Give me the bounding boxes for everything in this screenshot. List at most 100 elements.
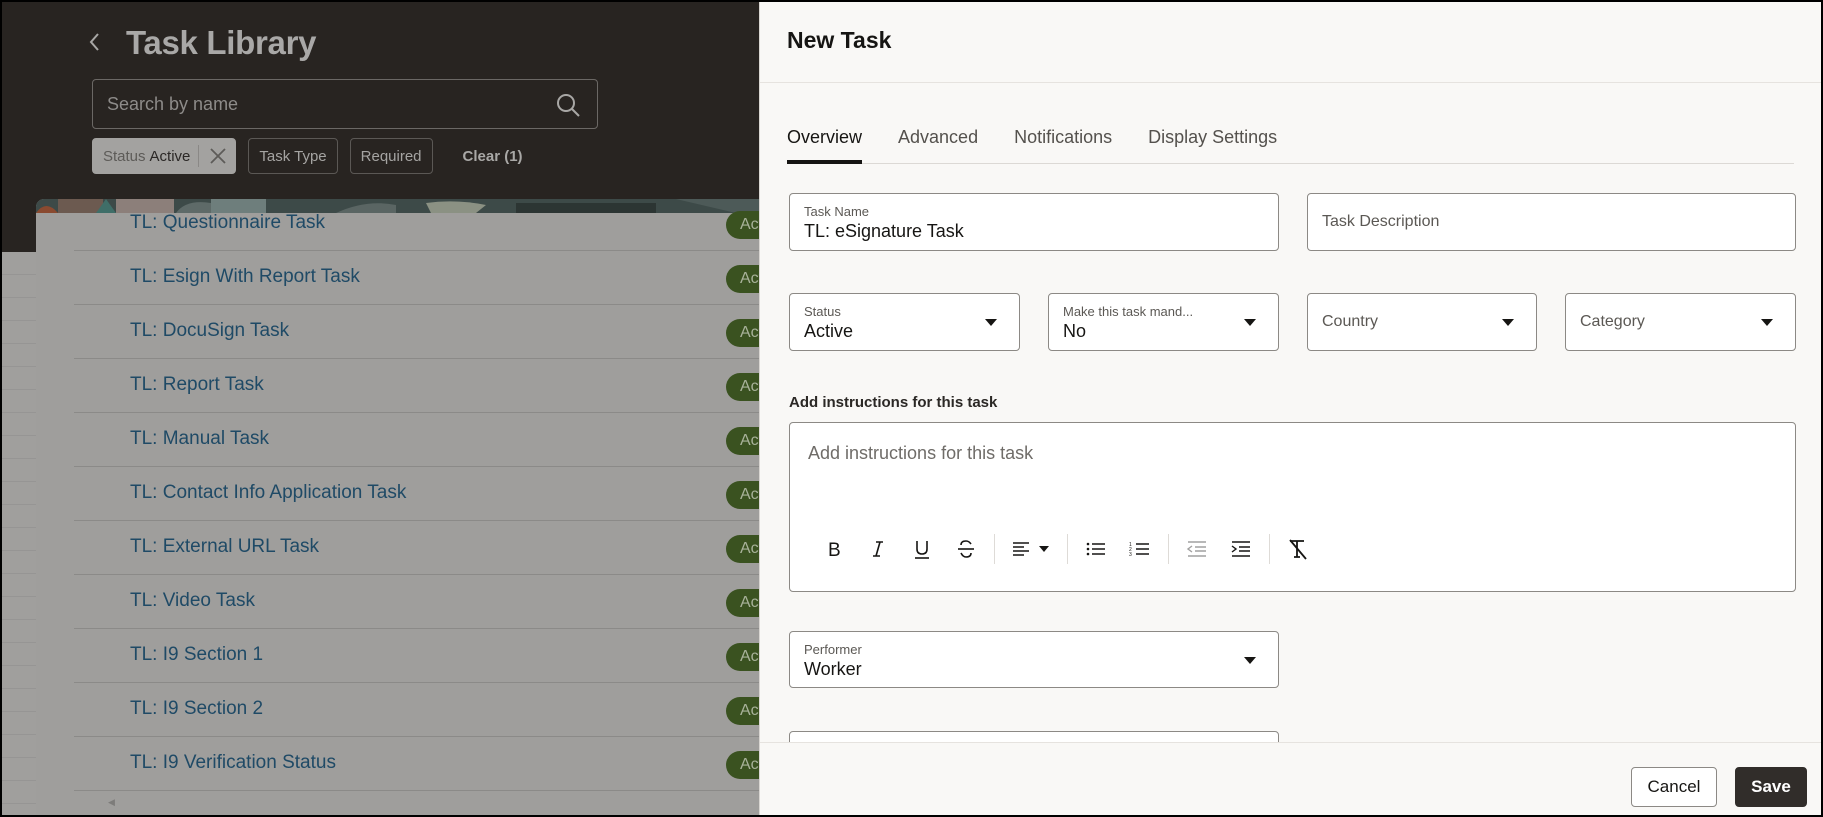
field-label: Task Name (804, 204, 870, 219)
field-label: Performer (804, 642, 862, 657)
field-label: Status (804, 304, 841, 319)
task-name-link[interactable]: TL: Questionnaire Task (130, 199, 325, 249)
field-label: Make this task mand... (1063, 304, 1194, 319)
background-pattern (2, 252, 36, 815)
bold-button[interactable]: B (812, 531, 856, 567)
tab-display-settings[interactable]: Display Settings (1148, 116, 1277, 163)
task-name-link[interactable]: TL: Video Task (130, 575, 255, 627)
task-row[interactable]: TL: Questionnaire TaskActive (74, 211, 762, 251)
numbered-list-icon: 123 (1129, 542, 1149, 558)
field-value: Active (804, 321, 854, 341)
instructions-editor[interactable]: Add instructions for this task B 1 2 3 (789, 422, 1796, 592)
task-row[interactable]: TL: I9 Section 2 Active (74, 683, 762, 737)
status-select[interactable]: Status Active (789, 293, 1020, 351)
underline-button[interactable] (900, 531, 944, 567)
filter-chips: Status Active Task Type Required Clear (… (92, 138, 523, 174)
filter-chip-task-type[interactable]: Task Type (248, 138, 338, 174)
back-button[interactable] (88, 30, 110, 60)
status-badge: Active (726, 535, 762, 563)
task-row[interactable]: TL: Report Task Active (74, 359, 762, 413)
search-field[interactable] (92, 79, 598, 129)
task-name-link[interactable]: TL: Esign With Report Task (130, 251, 360, 303)
task-row[interactable]: TL: Esign With Report Task Active (74, 251, 762, 305)
status-badge: Active (726, 697, 762, 725)
task-row[interactable]: TL: Contact Info Application Task Active (74, 467, 762, 521)
filter-chip-required[interactable]: Required (349, 138, 433, 174)
align-left-icon (1013, 542, 1029, 556)
task-name-link[interactable]: TL: Report Task (130, 359, 264, 411)
tab-bar: Overview Advanced Notifications Display … (787, 116, 1794, 164)
strikethrough-icon (958, 540, 974, 558)
align-dropdown-button[interactable] (1001, 531, 1061, 567)
status-badge: Active (726, 319, 762, 347)
numbered-list-button[interactable]: 123 (1118, 531, 1162, 567)
performer-select[interactable]: Performer Worker (789, 631, 1279, 688)
tab-overview[interactable]: Overview (787, 116, 863, 164)
remove-filter-button[interactable] (207, 145, 229, 167)
search-icon[interactable] (555, 92, 581, 118)
status-badge: Active (726, 481, 762, 509)
task-row[interactable]: TL: I9 Verification Status Active (74, 737, 762, 791)
editor-placeholder[interactable]: Add instructions for this task (808, 443, 1033, 464)
task-row[interactable]: TL: Video Task Active (74, 575, 762, 629)
indent-button[interactable] (1219, 531, 1263, 567)
chip-value: Active (149, 147, 191, 165)
drawer-header: New Task (760, 2, 1821, 83)
drawer-title: New Task (787, 27, 892, 53)
clear-filters-link[interactable]: Clear (1) (463, 148, 523, 165)
status-badge: Active (726, 265, 762, 293)
editor-toolbar: B 1 2 3 (812, 531, 1320, 567)
save-button[interactable]: Save (1735, 767, 1807, 807)
chip-divider (198, 145, 200, 167)
mandatory-select[interactable]: Make this task mand... No (1048, 293, 1279, 351)
scroll-left-arrow[interactable]: ◀ (108, 797, 116, 807)
dropdown-caret-icon (1502, 319, 1514, 326)
dropdown-caret-icon (1761, 319, 1773, 326)
task-name-link[interactable]: TL: Manual Task (130, 413, 269, 465)
status-badge: Active (726, 211, 762, 239)
task-name-link[interactable]: TL: I9 Section 2 (130, 683, 263, 735)
toolbar-divider (994, 534, 995, 564)
task-row[interactable]: TL: DocuSign Task Active (74, 305, 762, 359)
new-task-drawer: New Task Overview Advanced Notifications… (759, 2, 1821, 815)
clear-formatting-icon (1289, 539, 1307, 560)
italic-button[interactable] (856, 531, 900, 567)
task-row[interactable]: TL: External URL Task Active (74, 521, 762, 575)
task-name-link[interactable]: TL: I9 Section 1 (130, 629, 263, 681)
country-select[interactable]: Country (1307, 293, 1537, 351)
dropdown-caret-icon (985, 319, 997, 326)
cancel-button[interactable]: Cancel (1631, 767, 1717, 807)
tab-notifications[interactable]: Notifications (1014, 116, 1112, 163)
clear-formatting-button[interactable] (1276, 531, 1320, 567)
dropdown-caret-icon (1244, 319, 1256, 326)
status-badge: Active (726, 373, 762, 401)
task-name-field[interactable]: Task Name TL: eSignature Task (789, 193, 1279, 251)
bullet-list-button[interactable] (1074, 531, 1118, 567)
task-name-link[interactable]: TL: DocuSign Task (130, 305, 289, 357)
underline-icon (915, 541, 929, 559)
task-row[interactable]: TL: I9 Section 1 Active (74, 629, 762, 683)
task-name-link[interactable]: TL: External URL Task (130, 521, 319, 573)
italic-icon (873, 541, 883, 557)
task-row[interactable]: TL: Manual Task Active (74, 413, 762, 467)
field-placeholder: Country (1322, 313, 1379, 330)
field-value[interactable]: TL: eSignature Task (804, 221, 964, 242)
task-description-field[interactable]: Task Description (1307, 193, 1796, 251)
task-name-link[interactable]: TL: Contact Info Application Task (130, 467, 406, 519)
chevron-left-icon (89, 33, 99, 51)
instructions-label: Add instructions for this task (789, 394, 998, 411)
strikethrough-button[interactable] (944, 531, 988, 567)
status-badge: Active (726, 427, 762, 455)
outdent-button[interactable] (1175, 531, 1219, 567)
category-select[interactable]: Category (1565, 293, 1796, 351)
status-badge: Active (726, 751, 762, 779)
svg-text:B: B (828, 540, 841, 559)
task-name-link[interactable]: TL: I9 Verification Status (130, 737, 336, 789)
page-title: Task Library (126, 24, 317, 61)
filter-chip-status[interactable]: Status Active (92, 138, 237, 174)
chevron-down-icon (1039, 546, 1049, 552)
tab-advanced[interactable]: Advanced (898, 116, 978, 163)
field-placeholder: Category (1580, 313, 1645, 330)
field-value: Worker (804, 659, 862, 679)
search-input[interactable] (107, 80, 527, 128)
